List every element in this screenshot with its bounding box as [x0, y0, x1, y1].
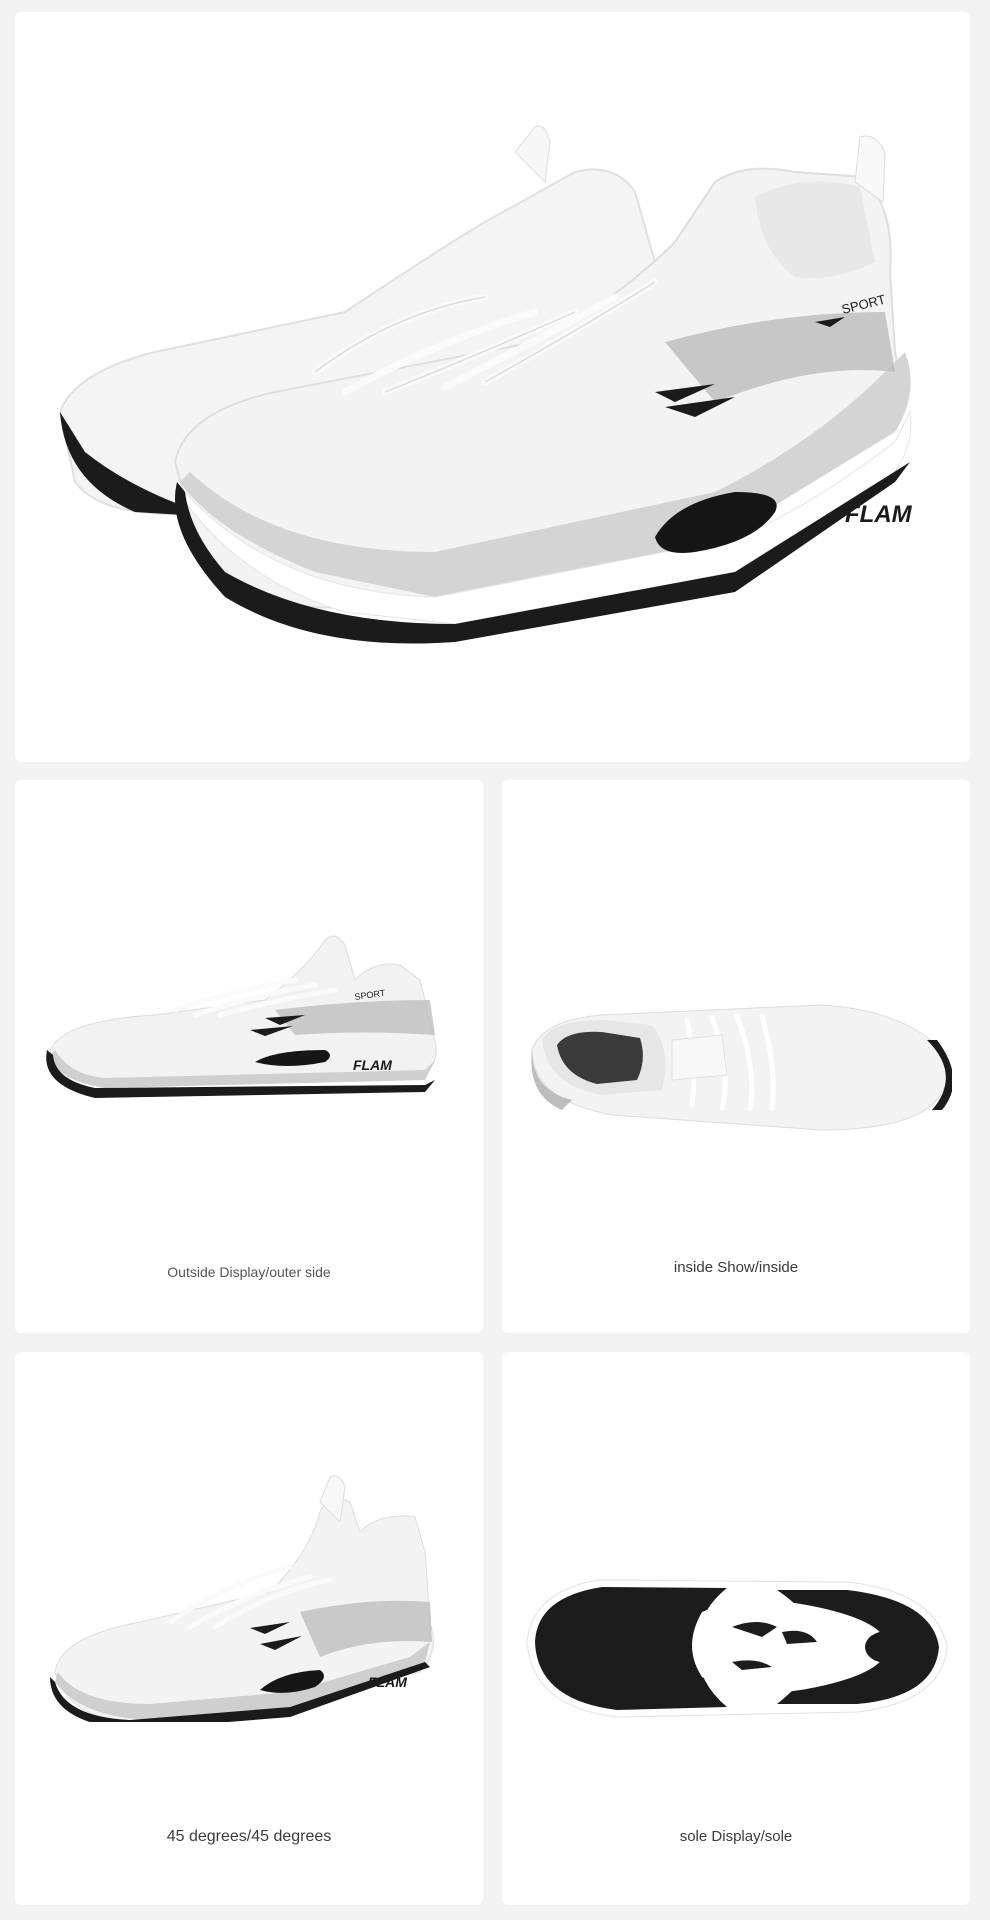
gallery-tile-inside[interactable]: inside Show/inside: [502, 780, 970, 1333]
gallery-tile-sole[interactable]: sole Display/sole: [502, 1352, 970, 1905]
brand-logo-text: FLAM: [353, 1057, 392, 1073]
tile-caption-outer-side: Outside Display/outer side: [167, 1264, 331, 1280]
tile-caption-45-degrees: 45 degrees/45 degrees: [166, 1828, 332, 1845]
sole-shoe-image: [526, 1579, 948, 1718]
tile-caption-inside: inside Show/inside: [673, 1259, 799, 1276]
gallery-tile-outer-side[interactable]: SPORT FLAM Outside Display/outer side: [15, 780, 483, 1333]
inside-top-shoe-image: [531, 1004, 952, 1131]
hero-image-card[interactable]: SPORT FLAM: [15, 12, 970, 762]
brand-logo-text: FLAM: [368, 1674, 407, 1690]
outer-side-shoe-image: SPORT FLAM: [46, 935, 437, 1098]
hero-shoe-pair-image: SPORT FLAM: [58, 125, 913, 644]
tile-caption-sole: sole Display/sole: [679, 1828, 793, 1845]
45-degree-shoe-image: FLAM: [50, 1475, 434, 1722]
gallery-tile-45-degrees[interactable]: FLAM 45 degrees/45 degrees: [15, 1352, 483, 1905]
brand-logo-text: FLAM: [845, 501, 913, 528]
